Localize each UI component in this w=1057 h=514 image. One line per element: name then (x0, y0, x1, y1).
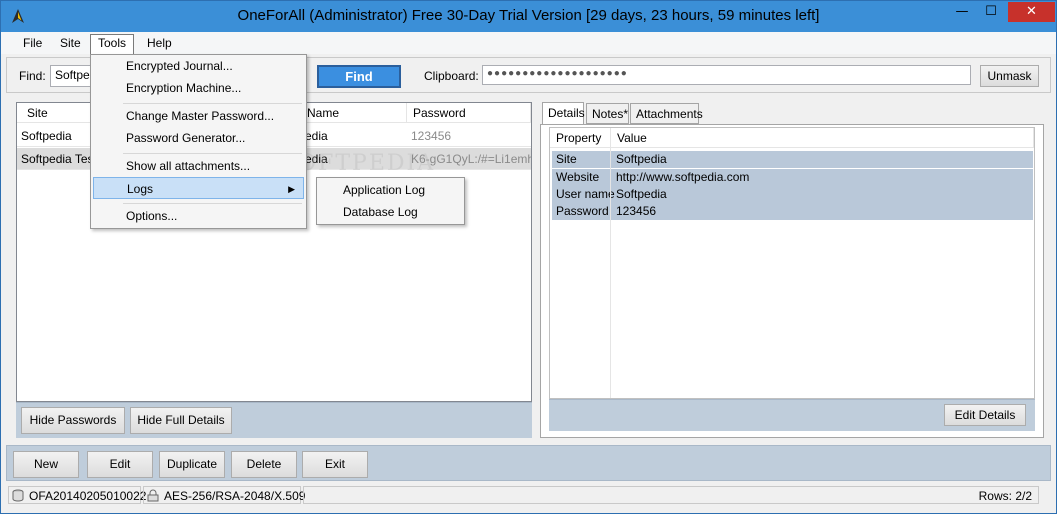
delete-button[interactable]: Delete (231, 451, 297, 478)
database-icon (12, 489, 24, 502)
menu-logs-label: Logs (127, 182, 154, 196)
title-bar[interactable]: OneForAll (Administrator) Free 30-Day Tr… (1, 1, 1056, 32)
details-header: Property Value (550, 128, 1034, 148)
detail-row[interactable]: Website http://www.softpedia.com (552, 169, 1033, 186)
detail-value: http://www.softpedia.com (616, 170, 750, 184)
column-divider (610, 148, 611, 398)
menu-encryption-machine[interactable]: Encryption Machine... (93, 77, 304, 99)
tab-notes[interactable]: Notes* (586, 103, 629, 124)
menu-separator (123, 103, 302, 104)
status-bar: OFA20140205010022 AES-256/RSA-2048/X.509… (1, 482, 1056, 513)
detail-property: Password (556, 204, 609, 218)
menu-separator (123, 153, 302, 154)
status-encryption-text: AES-256/RSA-2048/X.509 (164, 489, 306, 503)
menu-tools[interactable]: Tools (90, 34, 135, 55)
submenu-arrow-icon: ▶ (288, 184, 295, 194)
menu-encrypted-journal[interactable]: Encrypted Journal... (93, 55, 304, 77)
detail-value: Softpedia (616, 187, 667, 201)
clipboard-label: Clipboard: (424, 69, 479, 83)
detail-value: 123456 (616, 204, 657, 218)
hide-full-details-button[interactable]: Hide Full Details (130, 407, 232, 434)
details-grid: Property Value Site Softpedia Website ht… (549, 127, 1035, 399)
action-bar: New Edit Duplicate Delete Exit (6, 445, 1051, 481)
tab-details[interactable]: Details (542, 102, 585, 125)
status-encryption: AES-256/RSA-2048/X.509 (143, 486, 305, 504)
menu-options[interactable]: Options... (93, 205, 304, 227)
left-buttons-strip: Hide Passwords Hide Full Details (16, 402, 532, 438)
menu-help[interactable]: Help (140, 35, 179, 53)
find-button[interactable]: Find (317, 65, 401, 88)
exit-button[interactable]: Exit (302, 451, 368, 478)
lock-icon (147, 489, 159, 502)
status-rows: Rows: 2/2 (303, 486, 1039, 504)
col-password[interactable]: Password (407, 103, 531, 123)
menu-logs[interactable]: Logs ▶ (93, 177, 304, 199)
detail-value: Softpedia (616, 152, 667, 166)
menu-database-log[interactable]: Database Log (319, 201, 462, 223)
menu-file[interactable]: File (16, 35, 49, 53)
hide-passwords-button[interactable]: Hide Passwords (21, 407, 125, 434)
menu-site[interactable]: Site (53, 35, 88, 53)
detail-property: Website (556, 170, 600, 184)
detail-row[interactable]: User name Softpedia (552, 186, 1033, 203)
unmask-button[interactable]: Unmask (980, 65, 1039, 87)
logs-submenu: Application Log Database Log (316, 177, 465, 225)
find-label: Find: (19, 69, 46, 83)
menu-show-all-attachments[interactable]: Show all attachments... (93, 155, 304, 177)
details-buttons-strip: Edit Details (549, 399, 1035, 431)
col-value[interactable]: Value (611, 128, 1034, 148)
app-window: OneForAll (Administrator) Free 30-Day Tr… (0, 0, 1057, 514)
detail-property: User name (556, 187, 615, 201)
tools-menu: Encrypted Journal... Encryption Machine.… (90, 54, 307, 229)
row-password: 123456 (411, 129, 452, 143)
menu-application-log[interactable]: Application Log (319, 179, 462, 201)
edit-button[interactable]: Edit (87, 451, 153, 478)
status-database: OFA20140205010022 (8, 486, 146, 504)
edit-details-button[interactable]: Edit Details (944, 404, 1026, 426)
window-title: OneForAll (Administrator) Free 30-Day Tr… (237, 7, 820, 24)
menu-separator (123, 203, 302, 204)
menu-password-generator[interactable]: Password Generator... (93, 127, 304, 149)
row-name: edia (305, 129, 328, 143)
new-button[interactable]: New (13, 451, 79, 478)
maximize-button[interactable]: ☐ (977, 2, 1005, 22)
detail-row[interactable]: Site Softpedia (552, 151, 1033, 168)
details-panel: Property Value Site Softpedia Website ht… (540, 124, 1044, 438)
detail-property: Site (556, 152, 577, 166)
menu-bar: File Site Tools Help (1, 32, 1056, 55)
detail-row[interactable]: Password 123456 (552, 203, 1033, 220)
close-button[interactable]: ✕ (1008, 2, 1055, 22)
status-database-text: OFA20140205010022 (29, 489, 147, 503)
col-name[interactable]: Name (301, 103, 407, 123)
minimize-button[interactable]: — (947, 2, 977, 22)
clipboard-field[interactable]: ●●●●●●●●●●●●●●●●●●●● (482, 65, 971, 85)
col-property[interactable]: Property (550, 128, 611, 148)
menu-change-master-password[interactable]: Change Master Password... (93, 105, 304, 127)
tab-attachments[interactable]: Attachments (630, 103, 703, 124)
duplicate-button[interactable]: Duplicate (159, 451, 225, 478)
